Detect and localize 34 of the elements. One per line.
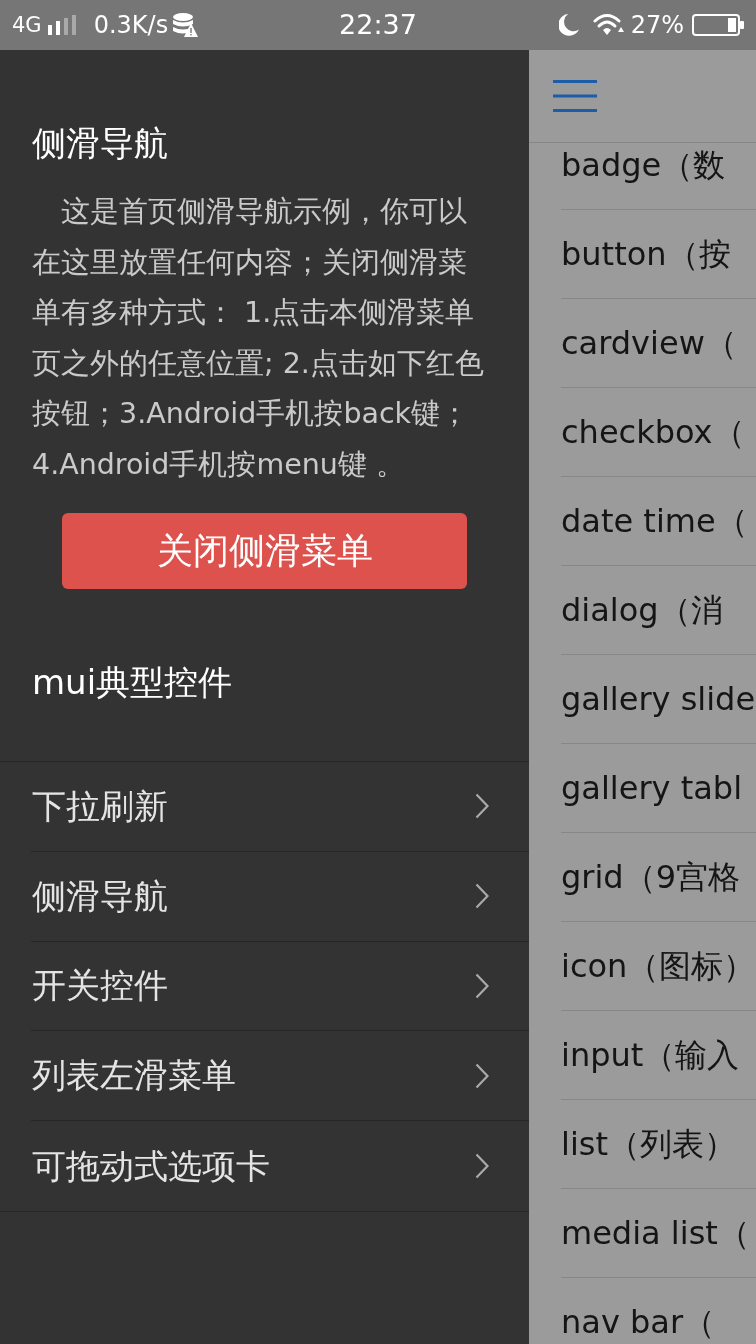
network-type-text: 4G: [12, 13, 42, 37]
clock-text: 22:37: [339, 9, 417, 40]
chevron-right-icon: [475, 1153, 489, 1180]
list-item[interactable]: checkbox（: [561, 388, 756, 477]
list-item[interactable]: cardview（: [561, 299, 756, 388]
list-item[interactable]: dialog（消: [561, 566, 756, 655]
close-menu-button[interactable]: 关闭侧滑菜单: [62, 513, 467, 589]
battery-icon: [692, 14, 744, 36]
menu-item[interactable]: 可拖动式选项卡: [31, 1121, 529, 1211]
wifi-icon: [592, 13, 625, 37]
description-text: 这是首页侧滑导航示例，你可以在这里放置任何内容；关闭侧滑菜单有多种方式： 1.点击本侧滑菜单页之外的任意位置; 2.点击如下红色按钮；3.Android手机按back键；4.Android手机按menu键 。: [32, 194, 485, 483]
network-speed-text: 0.3K/s: [93, 11, 169, 39]
drawer-title: 侧滑导航: [32, 123, 168, 164]
menu-icon[interactable]: [553, 80, 597, 112]
list-item[interactable]: badge（数: [561, 143, 756, 210]
chevron-right-icon: [475, 973, 489, 999]
list-item[interactable]: nav bar（: [561, 1278, 756, 1344]
list-item[interactable]: icon（图标）: [561, 922, 756, 1011]
list-item[interactable]: gallery tabl: [561, 744, 756, 833]
database-warning-icon: [173, 13, 199, 37]
list-item[interactable]: date time（: [561, 477, 756, 566]
chevron-right-icon: [475, 1062, 489, 1089]
chevron-right-icon: [475, 883, 489, 910]
section-title: mui典型控件: [32, 662, 233, 703]
list-item[interactable]: gallery slide: [561, 655, 756, 744]
list-item[interactable]: button（按: [561, 210, 756, 299]
battery-percent-text: 27%: [630, 11, 684, 39]
signal-icon: [47, 15, 78, 35]
moon-icon: [558, 14, 579, 36]
list-item[interactable]: input（输入: [561, 1011, 756, 1100]
list-item[interactable]: media list（: [561, 1189, 756, 1278]
list-item[interactable]: grid（9宫格: [561, 833, 756, 922]
list-item[interactable]: list（列表）: [561, 1100, 756, 1189]
chevron-right-icon: [475, 793, 489, 820]
